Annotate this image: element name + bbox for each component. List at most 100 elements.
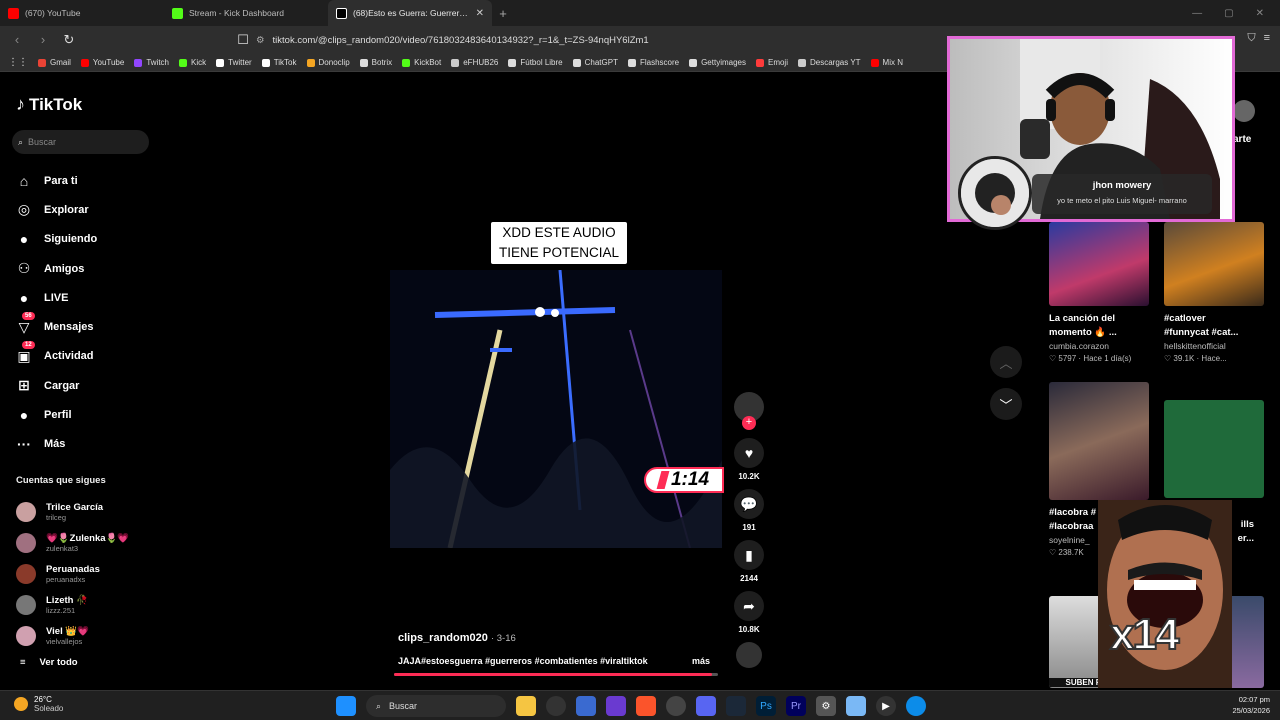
followed-account[interactable]: Peruanadas peruanadxs (16, 558, 129, 589)
follow-plus-icon[interactable]: + (742, 416, 756, 430)
card-thumbnail[interactable] (1164, 400, 1264, 498)
recommendation-card[interactable]: #catlover #funnycat #cat... hellskittenof… (1164, 222, 1264, 363)
app-icon[interactable] (576, 696, 596, 716)
tab-tiktok[interactable]: (68)Esto es Guerra: Guerreros y C ✕ (328, 0, 492, 26)
notepad-icon[interactable] (846, 696, 866, 716)
bookmark-icon[interactable]: ☐ (234, 31, 252, 49)
obs-icon[interactable] (546, 696, 566, 716)
followed-account[interactable]: 💗🌷Zulenka🌷💗 zulenkat3 (16, 527, 129, 558)
video-author[interactable]: clips_random020 · 3-16 (398, 632, 516, 644)
new-tab-button[interactable]: + (492, 6, 514, 21)
nav-item-para-ti[interactable]: ⌂ Para ti (16, 166, 97, 195)
bookmark-item[interactable]: Gettyimages (689, 58, 746, 67)
bookmark-item[interactable]: Flashscore (627, 58, 679, 67)
bookmark-item[interactable]: eFHUB26 (451, 58, 498, 67)
close-tab-icon[interactable]: ✕ (476, 8, 484, 19)
music-disc-icon[interactable] (736, 642, 762, 668)
heart-icon[interactable]: ♥ (734, 438, 764, 468)
nav-item-explorar[interactable]: ◎ Explorar (16, 195, 97, 224)
card-author[interactable]: hellskittenofficial (1164, 341, 1264, 351)
save-action[interactable]: ▮ 2144 (733, 540, 765, 583)
bookmark-item[interactable]: Botrix (359, 58, 392, 67)
forward-icon[interactable]: › (34, 31, 52, 49)
menu-icon[interactable]: ≡ (1264, 32, 1270, 45)
bookmark-item[interactable]: Fútbol Libre (508, 58, 563, 67)
share-icon[interactable]: ➦ (734, 591, 764, 621)
tiktok-logo[interactable]: ♪ TikTok (16, 94, 82, 115)
nav-item-perfil[interactable]: ● Perfil (16, 400, 97, 429)
video-player[interactable] (390, 270, 722, 548)
bookmark-item[interactable]: Twitter (216, 58, 252, 67)
see-all-link[interactable]: ≡ Ver todo (20, 657, 78, 668)
previous-video-button[interactable]: ︿ (990, 346, 1022, 378)
video-progress-bar[interactable] (394, 673, 718, 676)
card-thumbnail[interactable] (1049, 382, 1149, 500)
nav-item-cargar[interactable]: ⊞ Cargar (16, 371, 97, 400)
creator-avatar[interactable]: + (734, 392, 764, 430)
nav-item-mensajes[interactable]: ▽ 56 Mensajes (16, 312, 97, 341)
taskbar-search[interactable]: ⌕ Buscar (366, 695, 506, 717)
premiere-icon[interactable]: Pr (786, 696, 806, 716)
weather-widget[interactable]: 26°C Soleado (14, 695, 63, 713)
comment-icon[interactable]: 💬 (734, 489, 764, 519)
app-icon[interactable] (666, 696, 686, 716)
bookmark-item[interactable]: Emoji (755, 58, 788, 67)
site-info-icon[interactable]: ⚙ (256, 35, 265, 46)
photoshop-icon[interactable]: Ps (756, 696, 776, 716)
next-video-button[interactable]: ﹀ (990, 388, 1022, 420)
comment-action[interactable]: 💬 191 (733, 489, 765, 532)
card-thumbnail[interactable] (1049, 222, 1149, 306)
apps-icon[interactable]: ⋮⋮ (8, 57, 28, 68)
file-explorer-icon[interactable] (516, 696, 536, 716)
followed-account[interactable]: Viel 👑💗 vielvallejos (16, 620, 129, 651)
tab-kick[interactable]: Stream - Kick Dashboard (164, 0, 328, 26)
nav-item-live[interactable]: ● LIVE (16, 283, 97, 312)
media-player-icon[interactable]: ▶ (876, 696, 896, 716)
user-avatar[interactable] (1233, 100, 1255, 122)
bookmark-item[interactable]: Mix N (870, 58, 903, 67)
settings-icon[interactable]: ⚙ (816, 696, 836, 716)
maximize-icon[interactable]: ▢ (1224, 8, 1233, 19)
windows-start-icon[interactable] (336, 696, 356, 716)
main-nav: ⌂ Para ti ◎ Explorar ● Siguiendo ⚇ Amigos ● LIVE ▽… (16, 166, 97, 459)
tab-youtube[interactable]: (670) YouTube (0, 0, 164, 26)
video-description[interactable]: JAJA#estoesguerra #guerreros #combatient… (398, 656, 648, 666)
bookmark-item[interactable]: Twitch (134, 58, 169, 67)
steam-icon[interactable] (726, 696, 746, 716)
followed-account[interactable]: Lizeth 🥀 lizzz.251 (16, 589, 129, 620)
search-input[interactable]: ⌕ Buscar (12, 130, 149, 154)
bookmark-item[interactable]: Donoclip (306, 58, 350, 67)
card-title: La canción del momento 🔥 ... (1049, 313, 1117, 338)
nav-item-más[interactable]: ··· Más (16, 430, 97, 459)
more-link[interactable]: más (692, 656, 710, 666)
minimize-icon[interactable]: — (1192, 8, 1202, 19)
url-bar[interactable]: ⚙ tiktok.com/@clips_random020/video/7618… (256, 30, 956, 50)
recommendation-card[interactable]: La canción del momento 🔥 ... cumbia.coraz… (1049, 222, 1149, 363)
bookmark-item[interactable]: Descargas YT (798, 58, 861, 67)
system-clock[interactable]: 02:07 pm 25/03/2026 (1232, 694, 1270, 716)
brave-icon[interactable] (636, 696, 656, 716)
bookmark-item[interactable]: TikTok (261, 58, 297, 67)
shield-icon[interactable]: ⛉ (1247, 32, 1255, 45)
nav-item-siguiendo[interactable]: ● Siguiendo (16, 225, 97, 254)
bookmark-item[interactable]: KickBot (402, 58, 441, 67)
discord-icon[interactable] (696, 696, 716, 716)
followed-account[interactable]: Trilce García trilceg (16, 496, 129, 527)
app-icon[interactable] (606, 696, 626, 716)
edge-icon[interactable] (906, 696, 926, 716)
reload-icon[interactable]: ↻ (60, 31, 78, 49)
back-icon[interactable]: ‹ (8, 31, 26, 49)
card-author[interactable]: cumbia.corazon (1049, 341, 1149, 351)
bookmark-item[interactable]: ChatGPT (572, 58, 618, 67)
like-action[interactable]: ♥ 10.2K (733, 438, 765, 481)
bookmark-item[interactable]: Gmail (38, 58, 71, 67)
author-name[interactable]: clips_random020 (398, 632, 488, 644)
nav-item-amigos[interactable]: ⚇ Amigos (16, 254, 97, 283)
bookmark-item[interactable]: Kick (179, 58, 206, 67)
card-thumbnail[interactable] (1164, 222, 1264, 306)
nav-item-actividad[interactable]: ▣ 12 Actividad (16, 341, 97, 371)
share-action[interactable]: ➦ 10.8K (733, 591, 765, 634)
bookmark-icon[interactable]: ▮ (734, 540, 764, 570)
bookmark-item[interactable]: YouTube (80, 58, 124, 67)
close-window-icon[interactable]: ✕ (1256, 8, 1264, 19)
